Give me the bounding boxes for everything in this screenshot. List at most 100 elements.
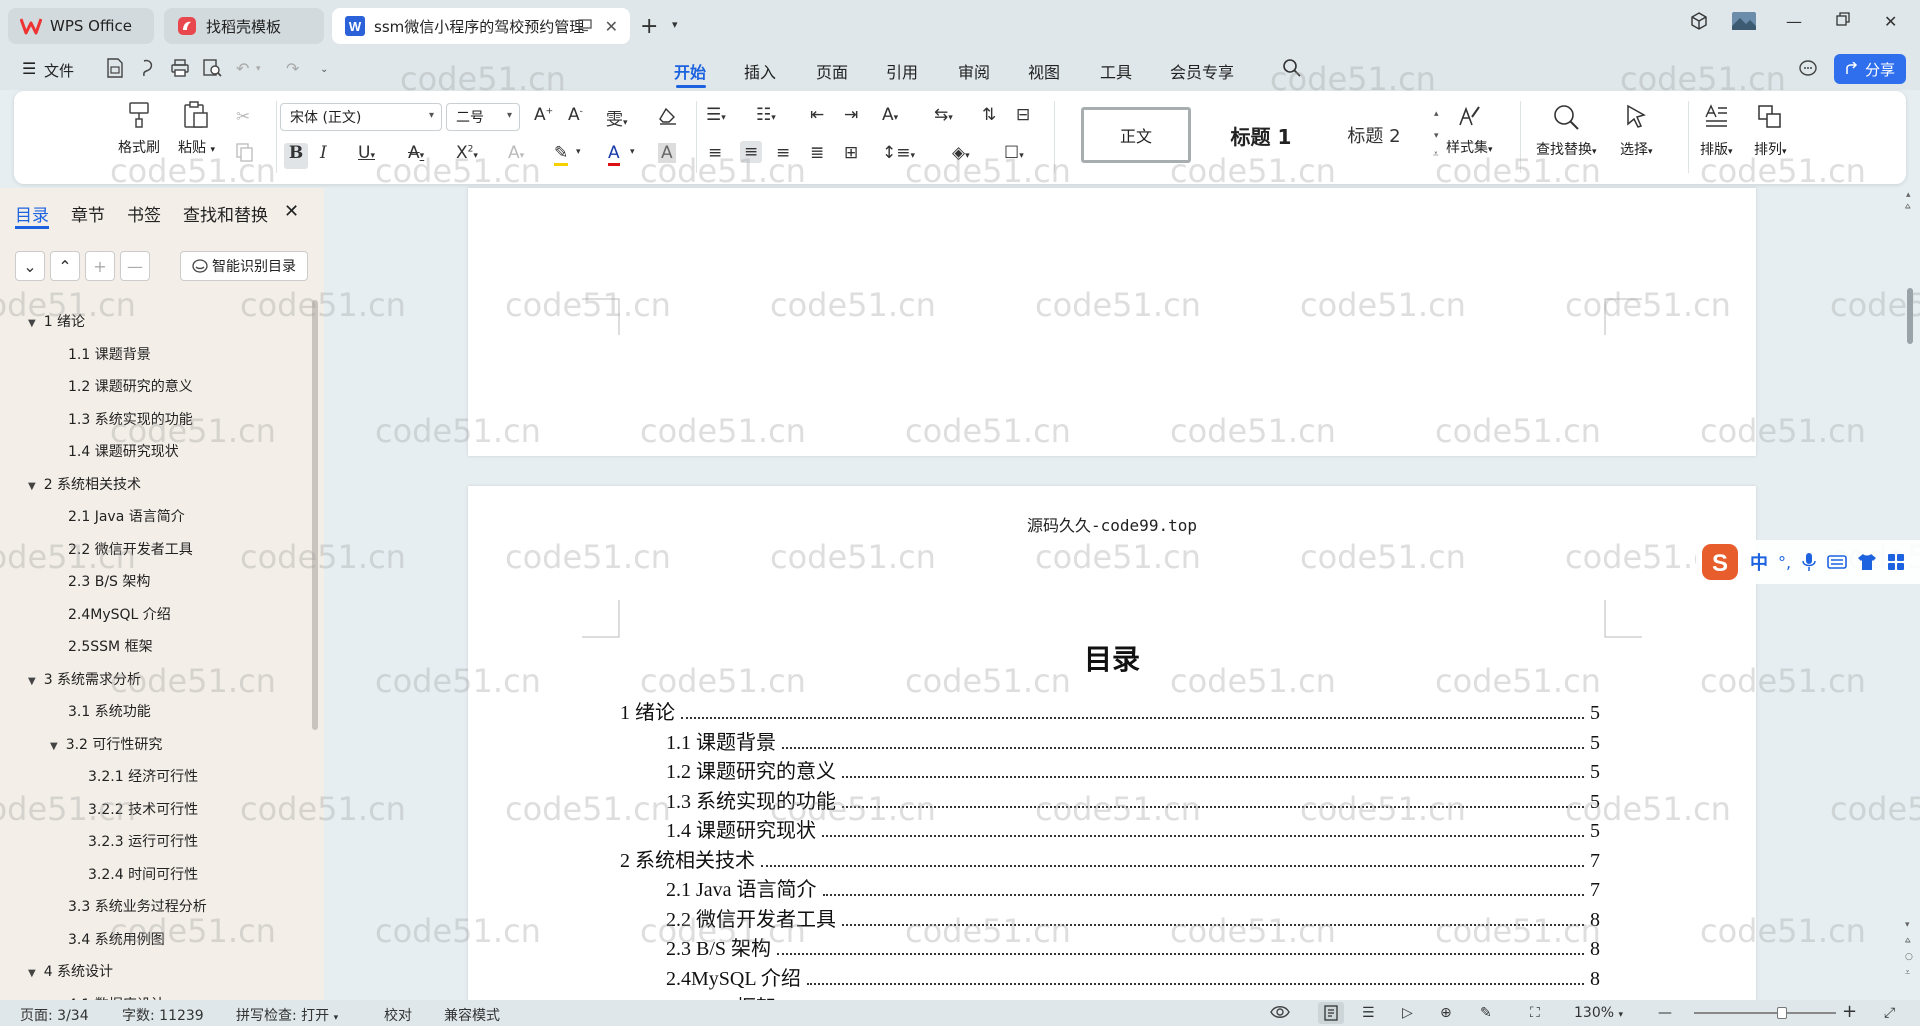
find-replace-button[interactable]: 查找替换▾ — [1536, 103, 1597, 159]
italic-button[interactable]: I — [320, 143, 327, 163]
nav-toc-item[interactable]: 3.2.4 时间可行性 — [88, 864, 198, 884]
cube-icon[interactable] — [1690, 12, 1708, 30]
border-icon[interactable]: ☐▾ — [1004, 143, 1024, 163]
print-preview-icon[interactable] — [202, 58, 222, 78]
write-mode-icon[interactable]: ✎ — [1480, 1005, 1492, 1021]
nav-toc-item[interactable]: 3.2.2 技术可行性 — [88, 799, 198, 819]
keyboard-icon[interactable] — [1827, 554, 1847, 570]
tab-wps-office[interactable]: WPS Office — [8, 8, 154, 44]
nav-toc-item[interactable]: 1.4 课题研究现状 — [68, 441, 179, 461]
style-normal[interactable]: 正文 — [1081, 107, 1191, 163]
shrink-font-icon[interactable]: A- — [568, 105, 583, 125]
justify-icon[interactable]: ≣ — [810, 143, 824, 163]
menu-review[interactable]: 审阅 — [958, 59, 990, 83]
strikethrough-button[interactable]: A▾ — [408, 143, 424, 163]
restore-icon[interactable] — [1836, 12, 1850, 26]
paste-button[interactable]: 粘贴 ▾ — [178, 101, 215, 157]
zoom-out-icon[interactable]: — — [1658, 1005, 1672, 1021]
nav-toc-item[interactable]: 2.3 B/S 架构 — [68, 571, 150, 591]
sort-swap-icon[interactable]: ⇆▾ — [934, 105, 953, 125]
page-view-icon[interactable] — [1318, 1002, 1344, 1024]
scroll-up-icon[interactable]: ▴ — [1906, 190, 1911, 200]
expand-triangle-icon[interactable]: ▼ — [28, 318, 36, 329]
underline-button[interactable]: U▾ — [358, 143, 375, 163]
chat-icon[interactable] — [1798, 58, 1818, 78]
word-count[interactable]: 字数: 11239 — [122, 1005, 204, 1025]
layout-button[interactable]: 排版▾ — [1700, 103, 1733, 159]
scroll-top-icon[interactable]: ⩠ — [1905, 202, 1910, 212]
new-doc-icon[interactable] — [106, 58, 124, 78]
increase-indent-icon[interactable]: ⇥ — [844, 105, 858, 125]
font-color-button[interactable]: A — [608, 143, 620, 166]
web-view-icon[interactable]: ⊕ — [1440, 1005, 1452, 1021]
style-heading-1[interactable]: 标题 1 — [1206, 107, 1316, 163]
proofread-button[interactable]: 校对 — [384, 1005, 412, 1025]
nav-toc-item[interactable]: ▼ 3.2 可行性研究 — [50, 734, 162, 754]
chevron-down-icon[interactable]: ▾ — [256, 64, 261, 74]
monitor-icon[interactable] — [578, 18, 592, 32]
zoom-level[interactable]: 130% ▾ — [1574, 1005, 1623, 1021]
toc-entry[interactable]: 1.4 课题研究现状 5 — [666, 814, 1600, 843]
nav-toc-item[interactable]: 2.2 微信开发者工具 — [68, 539, 193, 559]
export-pdf-icon[interactable] — [140, 58, 158, 78]
undo-icon[interactable]: ↶ — [236, 59, 249, 78]
nav-toc-item[interactable]: 3.2.1 经济可行性 — [88, 766, 198, 786]
microphone-icon[interactable] — [1801, 552, 1817, 572]
chevron-down-icon[interactable]: ⌄ — [320, 64, 328, 75]
scroll-down-icon[interactable]: ▾ — [1905, 920, 1910, 930]
expand-triangle-icon[interactable]: ▼ — [28, 968, 36, 979]
document-scrollbar[interactable]: ▴ ⩠ ▾ ⩠ ○ ⩡ — [1902, 190, 1920, 1000]
toc-entry[interactable]: 2 系统相关技术 7 — [620, 844, 1600, 873]
zoom-slider[interactable] — [1694, 1012, 1836, 1014]
search-icon[interactable] — [1282, 58, 1302, 78]
browse-object-icon[interactable]: ○ — [1905, 952, 1913, 962]
nav-toc-item[interactable]: 1.1 课题背景 — [68, 344, 151, 364]
text-effect-button[interactable]: A▾ — [508, 143, 524, 163]
toc-entry[interactable]: 1.2 课题研究的意义 5 — [666, 755, 1600, 784]
menu-references[interactable]: 引用 — [886, 59, 918, 83]
outline-view-icon[interactable]: ☰ — [1362, 1005, 1375, 1021]
menu-home[interactable]: 开始 — [674, 59, 706, 83]
close-window-icon[interactable]: ✕ — [1884, 12, 1897, 31]
format-painter-button[interactable]: 格式刷 — [118, 101, 160, 157]
expand-triangle-icon[interactable]: ▼ — [28, 481, 36, 492]
spellcheck-toggle[interactable]: 拼写检查: 打开 ▾ — [236, 1005, 338, 1025]
toc-entry[interactable]: 1.1 课题背景 5 — [666, 726, 1600, 755]
gallery-expand-icon[interactable]: ⩡ — [1433, 149, 1439, 160]
next-page-icon[interactable]: ⩡ — [1905, 968, 1910, 978]
line-spacing-icon[interactable]: ↕≡▾ — [882, 143, 915, 163]
align-right-icon[interactable]: ≡ — [776, 143, 790, 163]
superscript-button[interactable]: X2▾ — [456, 143, 478, 163]
copy-icon[interactable] — [236, 143, 254, 163]
toc-entry[interactable]: 1 绪论 5 — [620, 696, 1600, 725]
shading-icon[interactable]: ◈▾ — [952, 143, 970, 163]
style-set-button[interactable]: 样式集▾ — [1446, 103, 1493, 157]
chevron-down-icon[interactable]: ▾ — [630, 147, 635, 157]
tab-docer-templates[interactable]: 找稻壳模板 — [164, 8, 324, 44]
align-center-icon[interactable]: ≡ — [740, 141, 763, 163]
menu-member[interactable]: 会员专享 — [1170, 59, 1234, 83]
scroll-thumb[interactable] — [1907, 288, 1913, 344]
skin-shirt-icon[interactable] — [1857, 553, 1877, 571]
decrease-indent-icon[interactable]: ⇤ — [810, 105, 824, 125]
nav-toc-item[interactable]: ▼ 1 绪论 — [28, 311, 85, 331]
font-size-select[interactable]: 二号 ▾ — [446, 103, 520, 131]
select-button[interactable]: 选择▾ — [1620, 103, 1653, 159]
chevron-down-icon[interactable]: ▾ — [576, 147, 581, 157]
toc-entry[interactable]: 2.3 B/S 架构 8 — [666, 932, 1600, 961]
highlight-button[interactable]: ✎ — [554, 143, 569, 166]
menu-tools[interactable]: 工具 — [1100, 59, 1132, 83]
style-heading-2[interactable]: 标题 2 — [1319, 107, 1429, 163]
nav-toc-item[interactable]: 2.1 Java 语言简介 — [68, 506, 185, 526]
arrange-button[interactable]: 排列▾ — [1754, 103, 1787, 159]
gallery-down-icon[interactable]: ▾ — [1434, 131, 1439, 141]
nav-toc-item[interactable]: 3.2.3 运行可行性 — [88, 831, 198, 851]
clear-format-icon[interactable] — [658, 107, 678, 125]
tab-active-document[interactable]: W ssm微信小程序的驾校预约管理 ✕ — [332, 8, 630, 44]
nav-toc-item[interactable]: 3.1 系统功能 — [68, 701, 151, 721]
expand-triangle-icon[interactable]: ▼ — [28, 676, 36, 687]
zoom-in-icon[interactable]: + — [1842, 1001, 1857, 1022]
grow-font-icon[interactable]: A+ — [534, 105, 553, 125]
nav-toc-item[interactable]: 3.4 系统用例图 — [68, 929, 165, 949]
nav-toc-item[interactable]: 3.3 系统业务过程分析 — [68, 896, 207, 916]
